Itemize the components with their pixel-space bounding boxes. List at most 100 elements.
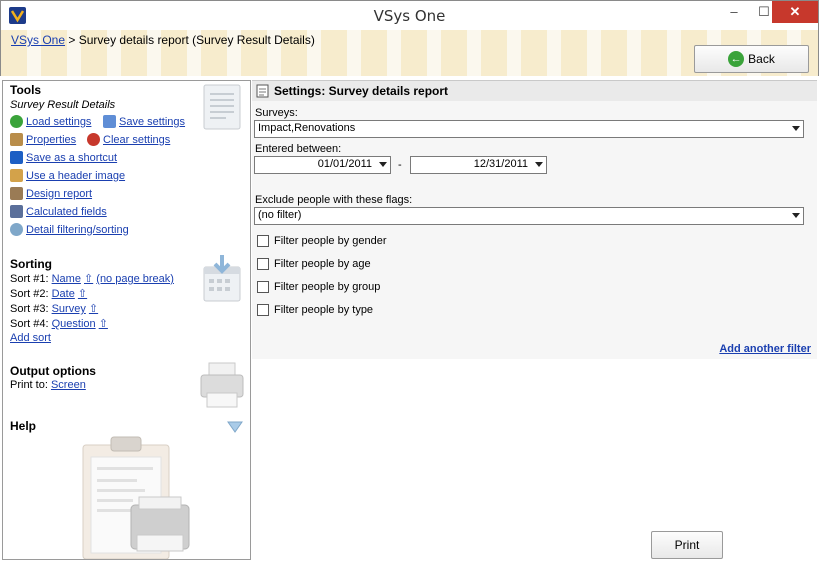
date-to-value: 12/31/2011 bbox=[473, 158, 528, 170]
back-button-label: Back bbox=[748, 52, 775, 66]
date-from-picker[interactable]: 01/01/2011 bbox=[254, 156, 391, 174]
left-panel: Tools Survey Result Details Load setting… bbox=[2, 80, 251, 560]
settings-document-icon bbox=[256, 84, 269, 98]
clear-settings-link[interactable]: Clear settings bbox=[103, 134, 170, 146]
chevron-down-icon bbox=[535, 162, 543, 167]
tools-subtitle: Survey Result Details bbox=[10, 99, 116, 111]
breadcrumb-separator: > bbox=[68, 33, 76, 47]
filter-group-label: Filter people by group bbox=[274, 281, 381, 293]
properties-item[interactable]: Properties bbox=[10, 133, 76, 146]
back-arrow-icon: ← bbox=[728, 51, 745, 67]
report-clipboard-icon bbox=[203, 84, 241, 130]
filter-age-checkbox[interactable]: Filter people by age bbox=[257, 258, 371, 270]
sort-2-direction-link[interactable]: ⇧ bbox=[78, 288, 87, 300]
print-to-label: Print to: bbox=[10, 379, 48, 391]
save-shortcut-item[interactable]: Save as a shortcut bbox=[10, 151, 117, 164]
checkbox-box[interactable] bbox=[257, 235, 269, 247]
sort-4-field-link[interactable]: Question bbox=[52, 318, 96, 330]
minimize-button[interactable]: – bbox=[720, 1, 748, 23]
sort-4-prefix: Sort #4: bbox=[10, 318, 49, 330]
filter-age-label: Filter people by age bbox=[274, 258, 371, 270]
filter-gender-label: Filter people by gender bbox=[274, 235, 387, 247]
checkbox-box[interactable] bbox=[257, 304, 269, 316]
load-settings-link[interactable]: Load settings bbox=[26, 116, 91, 128]
load-settings-item[interactable]: Load settings bbox=[10, 115, 91, 128]
clear-icon bbox=[87, 133, 100, 146]
filter-type-checkbox[interactable]: Filter people by type bbox=[257, 304, 373, 316]
header-image-link[interactable]: Use a header image bbox=[26, 170, 125, 182]
title-bar: VSys One – ☐ ✕ bbox=[0, 0, 819, 30]
settings-panel: Settings: Survey details report Surveys:… bbox=[252, 80, 817, 560]
chevron-down-icon bbox=[792, 213, 800, 218]
filter-gender-checkbox[interactable]: Filter people by gender bbox=[257, 235, 387, 247]
flags-value: (no filter) bbox=[258, 209, 302, 221]
sorting-title: Sorting bbox=[10, 257, 52, 271]
filter-area: Surveys: Impact,Renovations Entered betw… bbox=[252, 101, 817, 359]
back-button[interactable]: ← Back bbox=[694, 45, 809, 73]
add-sort-link[interactable]: Add sort bbox=[10, 332, 51, 344]
print-button[interactable]: Print bbox=[651, 531, 723, 559]
sort-1-page-break-link[interactable]: (no page break) bbox=[96, 273, 174, 285]
sort-1-direction-link[interactable]: ⇧ bbox=[84, 273, 93, 285]
sort-3-field-link[interactable]: Survey bbox=[52, 303, 86, 315]
save-shortcut-link[interactable]: Save as a shortcut bbox=[26, 152, 117, 164]
calculated-fields-item[interactable]: Calculated fields bbox=[10, 205, 107, 218]
flags-select[interactable]: (no filter) bbox=[254, 207, 804, 225]
sort-1-prefix: Sort #1: bbox=[10, 273, 49, 285]
surveys-select[interactable]: Impact,Renovations bbox=[254, 120, 804, 138]
clear-settings-item[interactable]: Clear settings bbox=[87, 133, 170, 146]
breadcrumb-root-link[interactable]: VSys One bbox=[11, 33, 65, 47]
surveys-label: Surveys: bbox=[255, 107, 298, 119]
checkbox-box[interactable] bbox=[257, 281, 269, 293]
sort-3-direction-link[interactable]: ⇧ bbox=[89, 303, 98, 315]
breadcrumb-current: Survey details report (Survey Result Det… bbox=[78, 33, 315, 47]
help-expand-triangle-icon[interactable] bbox=[227, 421, 243, 433]
breadcrumb: VSys One > Survey details report (Survey… bbox=[11, 33, 315, 47]
flags-label: Exclude people with these flags: bbox=[255, 194, 413, 206]
filter-group-checkbox[interactable]: Filter people by group bbox=[257, 281, 380, 293]
chevron-down-icon bbox=[379, 162, 387, 167]
sort-calendar-icon bbox=[203, 255, 241, 302]
properties-link[interactable]: Properties bbox=[26, 134, 76, 146]
print-to-screen-link[interactable]: Screen bbox=[51, 379, 86, 391]
settings-header: Settings: Survey details report bbox=[252, 81, 817, 101]
detail-filtering-link[interactable]: Detail filtering/sorting bbox=[26, 224, 129, 236]
settings-title: Settings: Survey details report bbox=[274, 84, 449, 98]
date-from-value: 01/01/2011 bbox=[317, 158, 372, 170]
filter-funnel-icon bbox=[10, 223, 23, 236]
save-settings-link[interactable]: Save settings bbox=[119, 116, 185, 128]
sort-1-field-link[interactable]: Name bbox=[52, 273, 81, 285]
checkbox-box[interactable] bbox=[257, 258, 269, 270]
date-separator: - bbox=[398, 159, 402, 171]
breadcrumb-band: VSys One > Survey details report (Survey… bbox=[0, 30, 819, 76]
sort-row-2: Sort #2: Date ⇧ bbox=[10, 287, 87, 300]
calculated-fields-link[interactable]: Calculated fields bbox=[26, 206, 107, 218]
print-to-row: Print to: Screen bbox=[10, 379, 86, 391]
design-report-link[interactable]: Design report bbox=[26, 188, 92, 200]
help-title: Help bbox=[10, 419, 37, 433]
help-clipboard-illustration bbox=[82, 436, 190, 559]
header-image-item[interactable]: Use a header image bbox=[10, 169, 125, 182]
detail-filtering-item[interactable]: Detail filtering/sorting bbox=[10, 223, 129, 236]
surveys-value: Impact,Renovations bbox=[258, 122, 356, 134]
save-disk-icon bbox=[103, 115, 116, 128]
sort-row-3: Sort #3: Survey ⇧ bbox=[10, 302, 98, 315]
filter-type-label: Filter people by type bbox=[274, 304, 374, 316]
image-icon bbox=[10, 169, 23, 182]
close-button[interactable]: ✕ bbox=[772, 1, 818, 23]
add-another-filter-link[interactable]: Add another filter bbox=[719, 343, 811, 355]
output-options-title: Output options bbox=[10, 364, 96, 378]
sort-2-field-link[interactable]: Date bbox=[52, 288, 75, 300]
sort-row-4: Sort #4: Question ⇧ bbox=[10, 317, 108, 330]
entered-between-label: Entered between: bbox=[255, 143, 342, 155]
tools-title: Tools bbox=[10, 83, 42, 97]
sort-4-direction-link[interactable]: ⇧ bbox=[99, 318, 108, 330]
window-title: VSys One bbox=[373, 7, 446, 25]
design-icon bbox=[10, 187, 23, 200]
calculator-icon bbox=[10, 205, 23, 218]
date-to-picker[interactable]: 12/31/2011 bbox=[410, 156, 547, 174]
design-report-item[interactable]: Design report bbox=[10, 187, 92, 200]
sort-3-prefix: Sort #3: bbox=[10, 303, 49, 315]
chevron-down-icon bbox=[792, 126, 800, 131]
save-settings-item[interactable]: Save settings bbox=[103, 115, 185, 128]
